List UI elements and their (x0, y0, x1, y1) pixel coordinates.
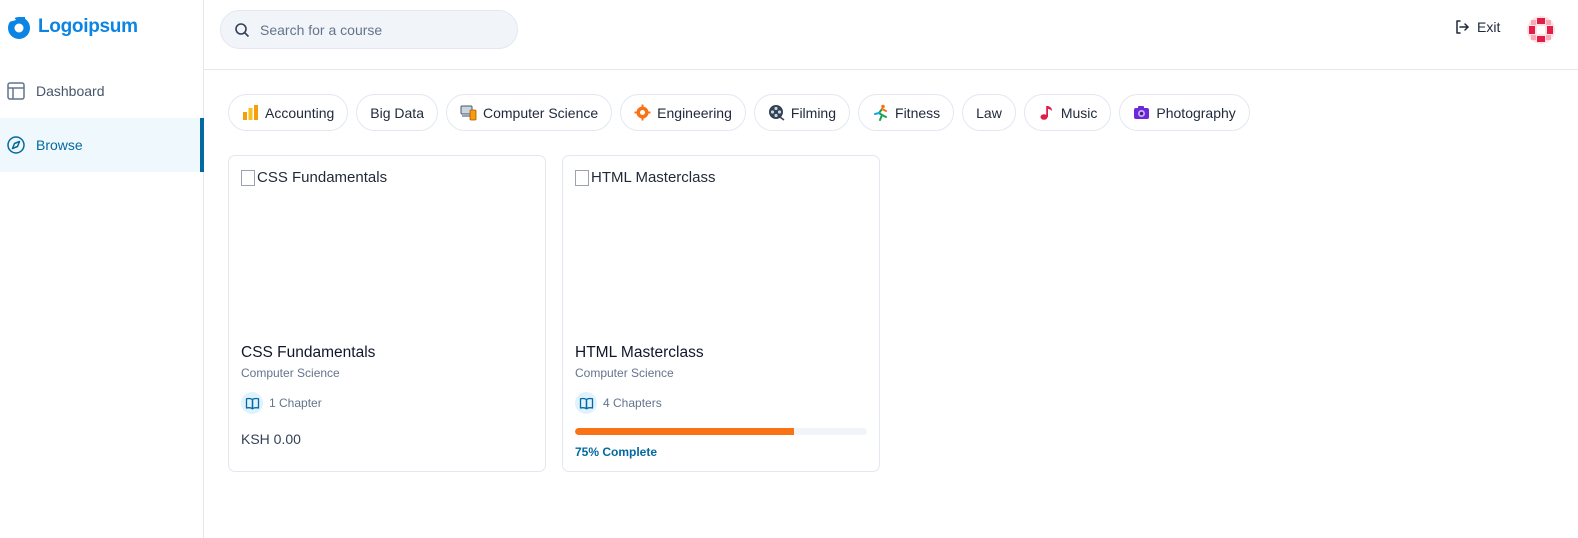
logout-icon (1456, 20, 1469, 34)
sidebar-item-dashboard[interactable]: Dashboard (0, 64, 204, 118)
course-thumbnail[interactable]: CSS Fundamentals (241, 169, 533, 334)
compass-icon (7, 136, 25, 154)
film-reel-icon (768, 105, 785, 121)
topbar: Exit (204, 0, 1578, 70)
search-icon (235, 22, 250, 37)
progress-label: 75% Complete (575, 445, 658, 459)
book-icon (241, 392, 263, 414)
exit-label: Exit (1477, 19, 1501, 35)
devices-icon (460, 105, 477, 121)
chapter-count: 4 Chapters (603, 396, 662, 410)
course-thumbnail[interactable]: HTML Masterclass (575, 169, 867, 334)
category-chip-law[interactable]: Law (962, 94, 1016, 131)
image-alt-text: CSS Fundamentals (257, 169, 388, 186)
course-title: CSS Fundamentals (241, 344, 376, 361)
logo[interactable]: Logoipsum (6, 14, 138, 40)
avatar-icon (1527, 16, 1555, 44)
sidebar-item-label: Dashboard (36, 83, 105, 99)
category-chip-engineering[interactable]: Engineering (620, 94, 746, 131)
category-chip-music[interactable]: Music (1023, 94, 1112, 131)
category-filter-bar: Accounting Big Data Computer Science Eng… (228, 94, 1250, 131)
layout-icon (7, 82, 25, 100)
sidebar-nav: Dashboard Browse (0, 64, 204, 172)
course-title: HTML Masterclass (575, 344, 704, 361)
sidebar-item-browse[interactable]: Browse (0, 118, 204, 172)
runner-icon (874, 104, 888, 121)
logo-icon (8, 17, 30, 39)
course-card-html-masterclass[interactable]: HTML Masterclass HTML Masterclass Comput… (562, 155, 880, 472)
chapter-count: 1 Chapter (269, 396, 322, 410)
progress-bar (575, 428, 867, 435)
avatar[interactable] (1527, 16, 1555, 44)
category-chip-accounting[interactable]: Accounting (228, 94, 349, 131)
search-input[interactable] (260, 21, 500, 38)
search-box[interactable] (220, 10, 518, 49)
course-card-css-fundamentals[interactable]: CSS Fundamentals CSS Fundamentals Comput… (228, 155, 546, 472)
category-chip-photography[interactable]: Photography (1119, 94, 1250, 131)
progress-fill (575, 428, 794, 435)
category-chip-filming[interactable]: Filming (753, 94, 851, 131)
book-icon (575, 392, 597, 414)
course-category: Computer Science (241, 366, 340, 380)
exit-button[interactable]: Exit (1454, 19, 1500, 35)
camera-icon (1134, 106, 1150, 119)
broken-image-icon (575, 170, 589, 186)
bar-chart-icon (243, 105, 258, 120)
course-price: KSH 0.00 (241, 431, 301, 447)
logo-text: Logoipsum (38, 16, 138, 37)
course-chapters: 1 Chapter (241, 392, 322, 414)
category-chip-big-data[interactable]: Big Data (356, 94, 438, 131)
category-chip-computer-science[interactable]: Computer Science (445, 94, 613, 131)
category-chip-fitness[interactable]: Fitness (858, 94, 955, 131)
course-category: Computer Science (575, 366, 674, 380)
image-alt-text: HTML Masterclass (591, 169, 716, 186)
course-chapters: 4 Chapters (575, 392, 662, 414)
music-note-icon (1040, 106, 1052, 120)
sidebar-item-label: Browse (36, 137, 83, 153)
sidebar: Logoipsum Dashboard Browse (0, 0, 204, 538)
broken-image-icon (241, 170, 255, 186)
gear-icon (634, 104, 651, 121)
